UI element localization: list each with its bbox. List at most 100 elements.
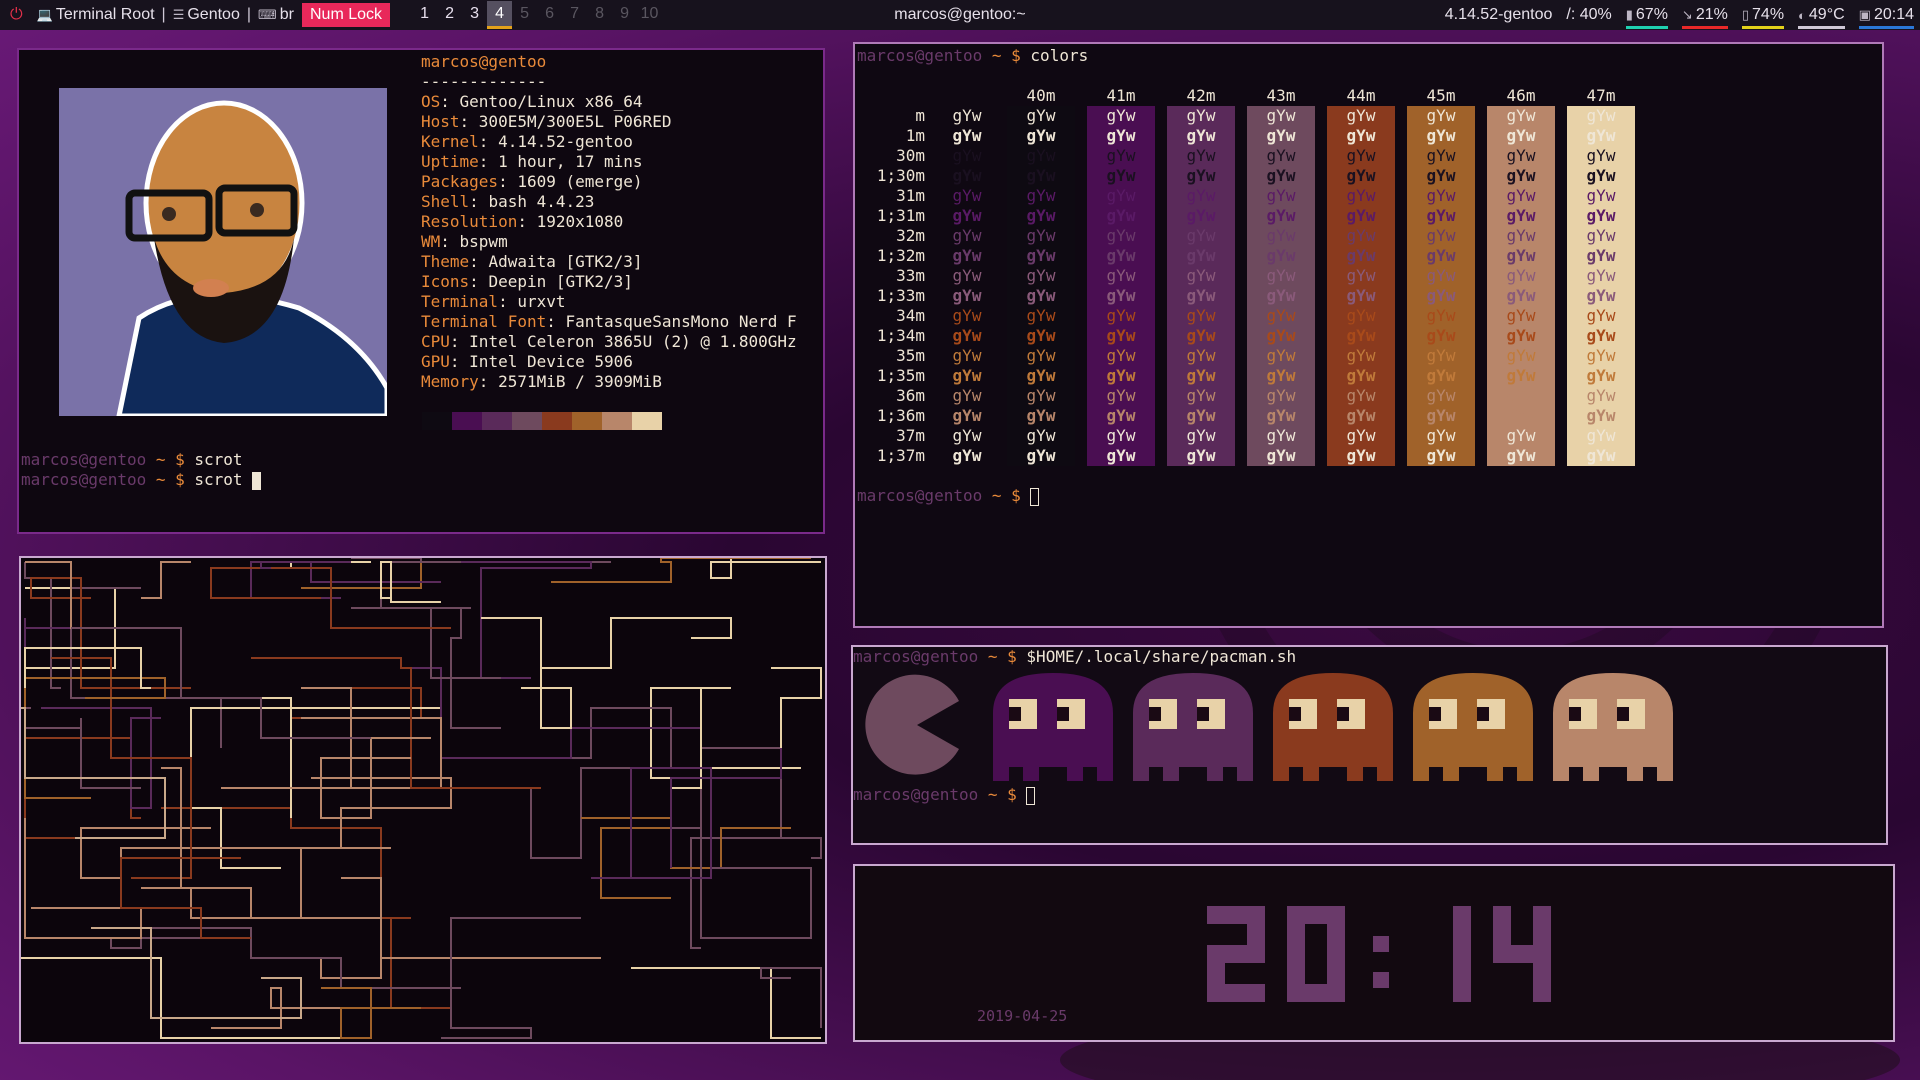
disk-usage: /: 40% xyxy=(1566,1,1611,29)
keyboard-icon: ⌨ xyxy=(258,7,277,22)
pipe-line xyxy=(91,927,302,1019)
info-row: CPU: Intel Celeron 3865U (2) @ 1.800GHz xyxy=(421,332,797,352)
info-colon: : xyxy=(469,272,489,291)
color-sample: gYw xyxy=(1167,166,1235,186)
workspace-4[interactable]: 4 xyxy=(487,1,513,29)
workspace-5[interactable]: 5 xyxy=(512,1,537,29)
ghost-pupil xyxy=(1477,707,1489,721)
color-sample: gYw xyxy=(1567,306,1635,326)
prompt-user: marcos@gentoo xyxy=(21,450,156,469)
info-row: OS: Gentoo/Linux x86_64 xyxy=(421,92,797,112)
terminal-pipes[interactable] xyxy=(19,556,827,1044)
color-sample: gYw xyxy=(1487,266,1555,286)
terminal-colors[interactable]: marcos@gentoo ~ $ colors 40m 41m 42m 43m 44m… xyxy=(853,42,1884,628)
info-value: 1920x1080 xyxy=(536,212,624,231)
color-sample: gYw xyxy=(1087,366,1155,386)
prompt-user: marcos@gentoo xyxy=(853,785,979,804)
user-host: marcos@gentoo xyxy=(421,52,547,71)
ghost xyxy=(993,673,1113,781)
pipe-line xyxy=(210,567,451,629)
battery-icon: ▯ xyxy=(1741,7,1750,22)
color-sample: gYw xyxy=(1167,406,1235,426)
color-sample: gYw xyxy=(1167,146,1235,166)
info-value: FantasqueSansMono Nerd F xyxy=(565,312,797,331)
color-sample: gYw xyxy=(1087,206,1155,226)
power-icon[interactable]: ⏻ xyxy=(10,6,23,24)
workspace-2[interactable]: 2 xyxy=(437,1,462,29)
color-sample: gYw xyxy=(952,106,982,125)
info-row: Shell: bash 4.4.23 xyxy=(421,192,797,212)
color-sample: gYw xyxy=(1327,186,1395,206)
info-fields: OS: Gentoo/Linux x86_64 Host: 300E5M/300E… xyxy=(421,92,797,392)
info-row: Terminal Font: FantasqueSansMono Nerd F xyxy=(421,312,797,332)
color-sample: gYw xyxy=(1487,246,1555,266)
color-header: 44m xyxy=(1346,86,1376,105)
color-sample: gYw xyxy=(1007,226,1075,246)
color-row: 1;30m gYw gYw gYw gYw gYw gYw gYw gYw gYw xyxy=(855,166,1635,186)
color-sample: gYw xyxy=(1007,166,1075,186)
prompt-command: scrot xyxy=(194,450,243,469)
workspace-9[interactable]: 9 xyxy=(612,1,637,29)
color-sample: gYw xyxy=(1487,206,1555,226)
memory-value: 21% xyxy=(1695,6,1728,23)
row-label: 1;35m xyxy=(876,366,925,385)
color-sample: gYw xyxy=(1167,446,1235,466)
info-colon: : xyxy=(469,252,489,271)
terminal-clock[interactable]: 2019-04-25 xyxy=(853,864,1895,1042)
clock-digit xyxy=(1453,906,1471,1002)
workspace-list: 1 2 3 4 5 6 7 8 9 10 xyxy=(412,1,662,29)
prompt-symbol: ~ $ xyxy=(155,470,195,489)
color-row: 33m gYw gYw gYw gYw gYw gYw gYw gYw gYw xyxy=(855,266,1635,286)
info-row: Packages: 1609 (emerge) xyxy=(421,172,797,192)
info-row: Terminal: urxvt xyxy=(421,292,797,312)
info-value: bash 4.4.23 xyxy=(488,192,595,211)
color-sample: gYw xyxy=(1087,106,1155,126)
row-label: 34m xyxy=(896,306,925,325)
info-key: Memory xyxy=(421,372,479,391)
ghost-pupil xyxy=(1337,707,1349,721)
pipe-line xyxy=(670,748,782,868)
color-row: 1m gYw gYw gYw gYw gYw gYw gYw gYw gYw xyxy=(855,126,1635,146)
pipes-animation xyxy=(21,558,822,1039)
terminal-pacman[interactable]: marcos@gentoo ~ $ $HOME/.local/share/pac… xyxy=(851,645,1888,845)
color-sample: gYw xyxy=(1327,166,1395,186)
palette-swatch xyxy=(512,412,542,430)
pipe-line xyxy=(670,778,791,869)
color-sample: gYw xyxy=(1407,306,1475,326)
color-row: 1;37m gYw gYw gYw gYw gYw gYw gYw gYw gYw xyxy=(855,446,1635,466)
info-colon: : xyxy=(469,192,489,211)
color-sample: gYw xyxy=(1087,266,1155,286)
color-sample: gYw xyxy=(952,166,982,185)
cpu-icon: ▮ xyxy=(1625,7,1633,22)
system-status: 4.14.52-gentoo /: 40% ▮ 67% ↘ 21% ▯ 74% ◐ 49… xyxy=(1431,0,1914,30)
color-sample: gYw xyxy=(1007,206,1075,226)
color-sample: gYw xyxy=(1567,106,1635,126)
keyboard-layout[interactable]: br xyxy=(280,6,294,24)
color-sample: gYw xyxy=(1167,106,1235,126)
color-sample: gYw xyxy=(1167,386,1235,406)
ghost xyxy=(1413,673,1533,781)
workspace-1[interactable]: 1 xyxy=(412,1,437,29)
row-label: 1;36m xyxy=(876,406,925,425)
color-sample: gYw xyxy=(1247,186,1315,206)
pipe-line xyxy=(24,618,121,648)
color-sample: gYw xyxy=(1487,186,1555,206)
workspace-6[interactable]: 6 xyxy=(537,1,562,29)
prompt-user: marcos@gentoo xyxy=(857,46,983,65)
color-header: 40m xyxy=(1026,86,1056,105)
info-key: Theme xyxy=(421,252,470,271)
color-sample: gYw xyxy=(1087,226,1155,246)
workspace-3[interactable]: 3 xyxy=(462,1,487,29)
terminal-neofetch[interactable]: marcos@gentoo ------------- OS: Gentoo/L… xyxy=(17,48,825,534)
cpu-usage: ▮ 67% xyxy=(1625,1,1668,29)
info-key: Uptime xyxy=(421,152,479,171)
workspace-8[interactable]: 8 xyxy=(587,1,612,29)
color-sample: gYw xyxy=(1327,126,1395,146)
workspace-7[interactable]: 7 xyxy=(562,1,587,29)
color-row: 1;34m gYw gYw gYw gYw gYw gYw gYw gYw gYw xyxy=(855,326,1635,346)
pipe-line xyxy=(461,561,592,679)
ghost-pupil xyxy=(1617,707,1629,721)
workspace-10[interactable]: 10 xyxy=(637,1,662,29)
ghost-pupil xyxy=(1197,707,1209,721)
info-value: 300E5M/300E5L P06RED xyxy=(478,112,672,131)
